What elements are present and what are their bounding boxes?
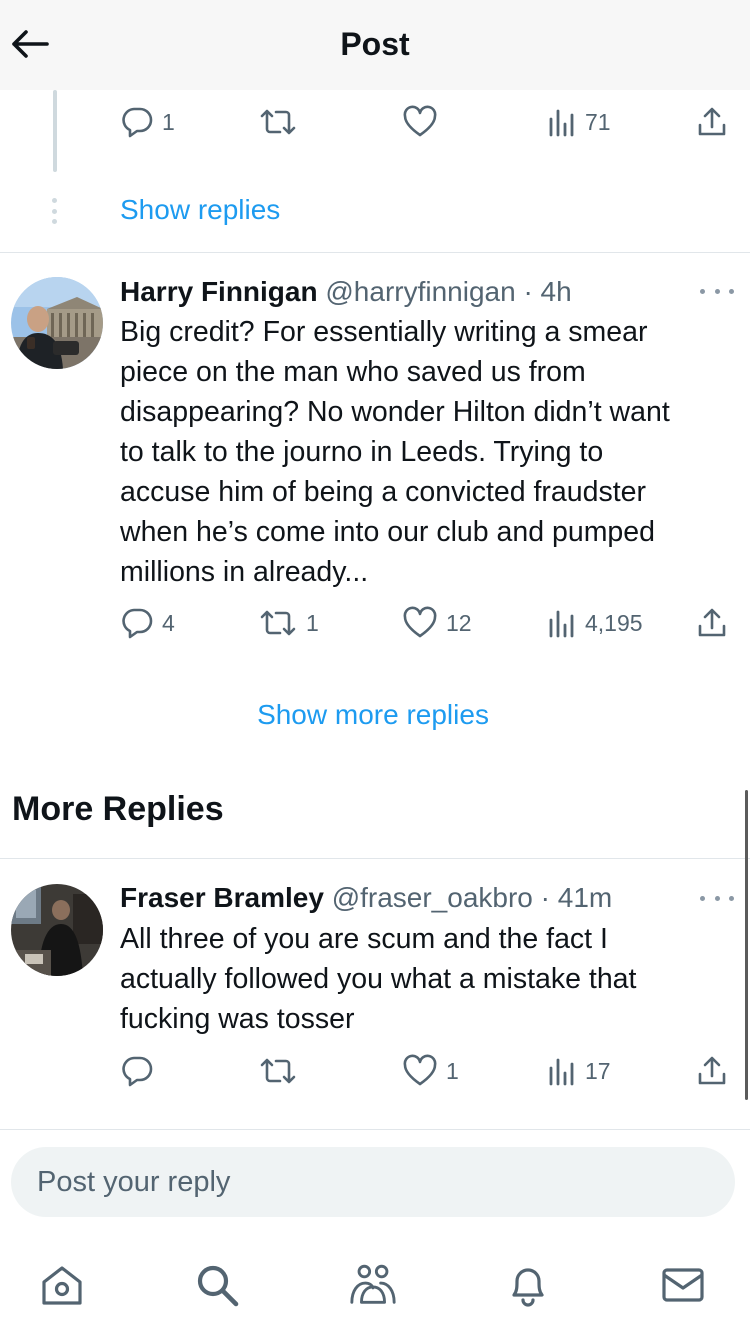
like-button[interactable]	[402, 100, 446, 144]
tweet-author-line: Fraser Bramley @fraser_oakbro · 41m	[120, 882, 612, 914]
views-chart-icon	[547, 1054, 577, 1088]
tweet-text: Big credit? For essentially writing a sm…	[120, 312, 740, 592]
repost-button[interactable]: 1	[258, 601, 319, 645]
tweet-text-line: All three of you are scum and the fact I	[120, 923, 608, 955]
heart-icon	[402, 1054, 438, 1088]
heart-icon	[402, 105, 438, 139]
reply-icon	[120, 1054, 154, 1088]
tweet-author-line: Harry Finnigan @harryfinnigan · 4h	[120, 276, 572, 308]
tweet-text-line: accuse him of being a convicted fraudste…	[120, 476, 646, 508]
tweet-text-line: millions in already...	[120, 556, 369, 588]
tweet-action-bar: 1 17	[120, 1049, 735, 1093]
views-count: 17	[585, 1057, 611, 1084]
share-button[interactable]	[695, 1049, 729, 1093]
reply-icon	[120, 606, 154, 640]
display-name[interactable]: Fraser Bramley	[120, 882, 324, 913]
views-count: 4,195	[585, 609, 643, 636]
views-count: 71	[585, 108, 611, 135]
views-chart-icon	[547, 105, 577, 139]
like-count: 1	[446, 1057, 459, 1084]
communities-icon[interactable]	[348, 1260, 398, 1310]
repost-icon	[258, 606, 298, 640]
thread-connector-line	[53, 90, 57, 172]
messages-icon[interactable]	[658, 1260, 708, 1310]
tweet-text-line: piece on the man who saved us from	[120, 356, 586, 388]
repost-button[interactable]	[258, 1049, 306, 1093]
reply-icon	[120, 105, 154, 139]
home-icon[interactable]	[37, 1260, 87, 1310]
avatar[interactable]	[11, 277, 103, 369]
tweet-text-line: when he’s come into our club and pumped	[120, 516, 655, 548]
display-name[interactable]: Harry Finnigan	[120, 276, 318, 307]
share-icon	[695, 105, 729, 139]
tweet-text-line: actually followed you what a mistake tha…	[120, 963, 637, 995]
handle-and-time: @fraser_oakbro · 41m	[331, 882, 613, 913]
repost-count: 1	[306, 609, 319, 636]
thread-dots-icon	[52, 198, 58, 224]
repost-button[interactable]	[258, 100, 306, 144]
tweet-action-bar: 4 1 12 4,195	[120, 601, 735, 645]
tweet-text: All three of you are scum and the fact I…	[120, 919, 740, 1039]
repost-icon	[258, 105, 298, 139]
section-heading: More Replies	[12, 790, 224, 828]
tweet-text-line: fucking was tosser	[120, 1003, 355, 1035]
top-tweet-action-bar: 1 71	[120, 100, 735, 144]
tweet-text-line: Big credit? For essentially writing a sm…	[120, 316, 648, 348]
repost-icon	[258, 1054, 298, 1088]
divider	[0, 1129, 750, 1130]
avatar[interactable]	[11, 884, 103, 976]
reply-placeholder: Post your reply	[37, 1166, 231, 1198]
reply-button[interactable]: 4	[120, 601, 175, 645]
tweet-text-line: to talk to the journo in Leeds. Trying t…	[120, 436, 604, 468]
notifications-icon[interactable]	[503, 1260, 553, 1310]
like-count: 12	[446, 609, 472, 636]
tweet-text-line: disappearing? No wonder Hilton didn’t wa…	[120, 396, 670, 428]
bottom-tab-bar	[0, 1240, 750, 1334]
share-button[interactable]	[695, 100, 729, 144]
share-button[interactable]	[695, 601, 729, 645]
more-options-icon[interactable]	[700, 281, 734, 301]
share-icon	[695, 606, 729, 640]
views-chart-icon	[547, 606, 577, 640]
views-button[interactable]: 4,195	[547, 601, 643, 645]
show-replies-link[interactable]: Show replies	[120, 194, 280, 226]
divider	[0, 252, 750, 253]
reply-button[interactable]: 1	[120, 100, 175, 144]
scrollbar[interactable]	[745, 790, 748, 1100]
divider	[0, 858, 750, 859]
reply-input[interactable]: Post your reply	[11, 1147, 735, 1217]
top-bar: Post	[0, 0, 750, 90]
reply-count: 1	[162, 108, 175, 135]
search-icon[interactable]	[192, 1260, 242, 1310]
handle-and-time: @harryfinnigan · 4h	[325, 276, 572, 307]
page-title: Post	[340, 26, 410, 62]
heart-icon	[402, 606, 438, 640]
views-button[interactable]: 17	[547, 1049, 611, 1093]
like-button[interactable]: 12	[402, 601, 472, 645]
share-icon	[695, 1054, 729, 1088]
reply-button[interactable]	[120, 1049, 162, 1093]
show-more-replies-link[interactable]: Show more replies	[0, 699, 746, 731]
reply-count: 4	[162, 609, 175, 636]
views-button[interactable]: 71	[547, 100, 611, 144]
more-options-icon[interactable]	[700, 888, 734, 908]
like-button[interactable]: 1	[402, 1049, 459, 1093]
